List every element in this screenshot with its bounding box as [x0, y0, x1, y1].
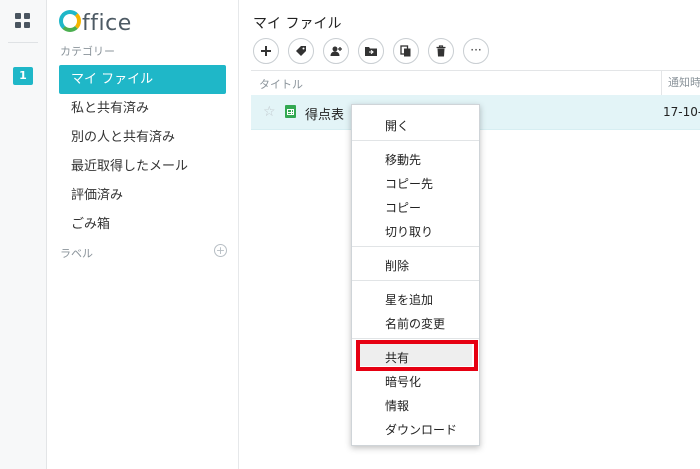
- move-button[interactable]: [358, 38, 384, 64]
- menu-item-encrypt[interactable]: 暗号化: [385, 373, 421, 390]
- account-badge[interactable]: 1: [13, 67, 33, 85]
- new-button[interactable]: [253, 38, 279, 64]
- menu-item-add-star[interactable]: 星を追加: [385, 291, 433, 308]
- column-header-title[interactable]: タイトル: [259, 76, 303, 92]
- add-label-icon[interactable]: +: [214, 244, 227, 257]
- sidebar: ffice カテゴリー マイ ファイル 私と共有済み 別の人と共有済み 最近取得…: [47, 0, 239, 469]
- menu-item-open[interactable]: 開く: [385, 117, 409, 134]
- menu-item-rename[interactable]: 名前の変更: [385, 315, 445, 332]
- menu-item-download[interactable]: ダウンロード: [385, 421, 457, 438]
- copy-icon: [400, 45, 411, 57]
- tag-button[interactable]: [288, 38, 314, 64]
- menu-item-copy-to[interactable]: コピー先: [385, 175, 433, 192]
- add-person-icon: [330, 46, 342, 56]
- more-button[interactable]: ···: [463, 38, 489, 64]
- labels-header: ラベル +: [60, 244, 227, 261]
- sidebar-item-rated[interactable]: 評価済み: [59, 181, 226, 210]
- table-header: タイトル 通知時刻: [251, 70, 700, 96]
- sidebar-item-shared-with-others[interactable]: 別の人と共有済み: [59, 123, 226, 152]
- star-icon[interactable]: ☆: [263, 104, 276, 120]
- menu-item-copy[interactable]: コピー: [385, 199, 421, 216]
- file-name[interactable]: 得点表: [305, 104, 344, 123]
- menu-item-info[interactable]: 情報: [385, 397, 409, 414]
- share-user-button[interactable]: [323, 38, 349, 64]
- menu-separator: [352, 338, 479, 339]
- column-header-date[interactable]: 通知時刻: [661, 71, 700, 95]
- office-logo: ffice: [59, 10, 132, 36]
- menu-separator: [352, 140, 479, 141]
- menu-separator: [352, 280, 479, 281]
- logo-text: ffice: [82, 11, 132, 36]
- spreadsheet-icon: [285, 105, 296, 118]
- page-title: マイ ファイル: [253, 16, 342, 32]
- delete-button[interactable]: [428, 38, 454, 64]
- sidebar-item-recent-mail[interactable]: 最近取得したメール: [59, 152, 226, 181]
- rail-divider: [8, 42, 38, 43]
- context-menu: 開く 移動先 コピー先 コピー 切り取り 削除 星を追加 名前の変更 共有 暗号…: [351, 104, 480, 446]
- file-date: 17-10-1: [663, 105, 700, 119]
- menu-item-move-to[interactable]: 移動先: [385, 151, 421, 168]
- category-nav: マイ ファイル 私と共有済み 別の人と共有済み 最近取得したメール 評価済み ご…: [59, 65, 226, 239]
- logo-ring-icon: [59, 10, 81, 32]
- sidebar-item-trash[interactable]: ごみ箱: [59, 210, 226, 239]
- sidebar-item-shared-with-me[interactable]: 私と共有済み: [59, 94, 226, 123]
- highlight-box: [356, 340, 478, 371]
- trash-icon: [436, 45, 446, 57]
- sidebar-item-my-files[interactable]: マイ ファイル: [59, 65, 226, 94]
- menu-separator: [352, 246, 479, 247]
- apps-grid-icon[interactable]: [15, 13, 31, 29]
- tag-icon: [296, 46, 306, 56]
- folder-move-icon: [365, 47, 377, 56]
- menu-item-delete[interactable]: 削除: [385, 257, 409, 274]
- copy-button[interactable]: [393, 38, 419, 64]
- plus-icon: [261, 46, 271, 56]
- app-rail: 1: [0, 0, 47, 469]
- menu-item-cut[interactable]: 切り取り: [385, 223, 433, 240]
- category-label: カテゴリー: [60, 45, 115, 58]
- labels-header-text: ラベル: [60, 247, 93, 260]
